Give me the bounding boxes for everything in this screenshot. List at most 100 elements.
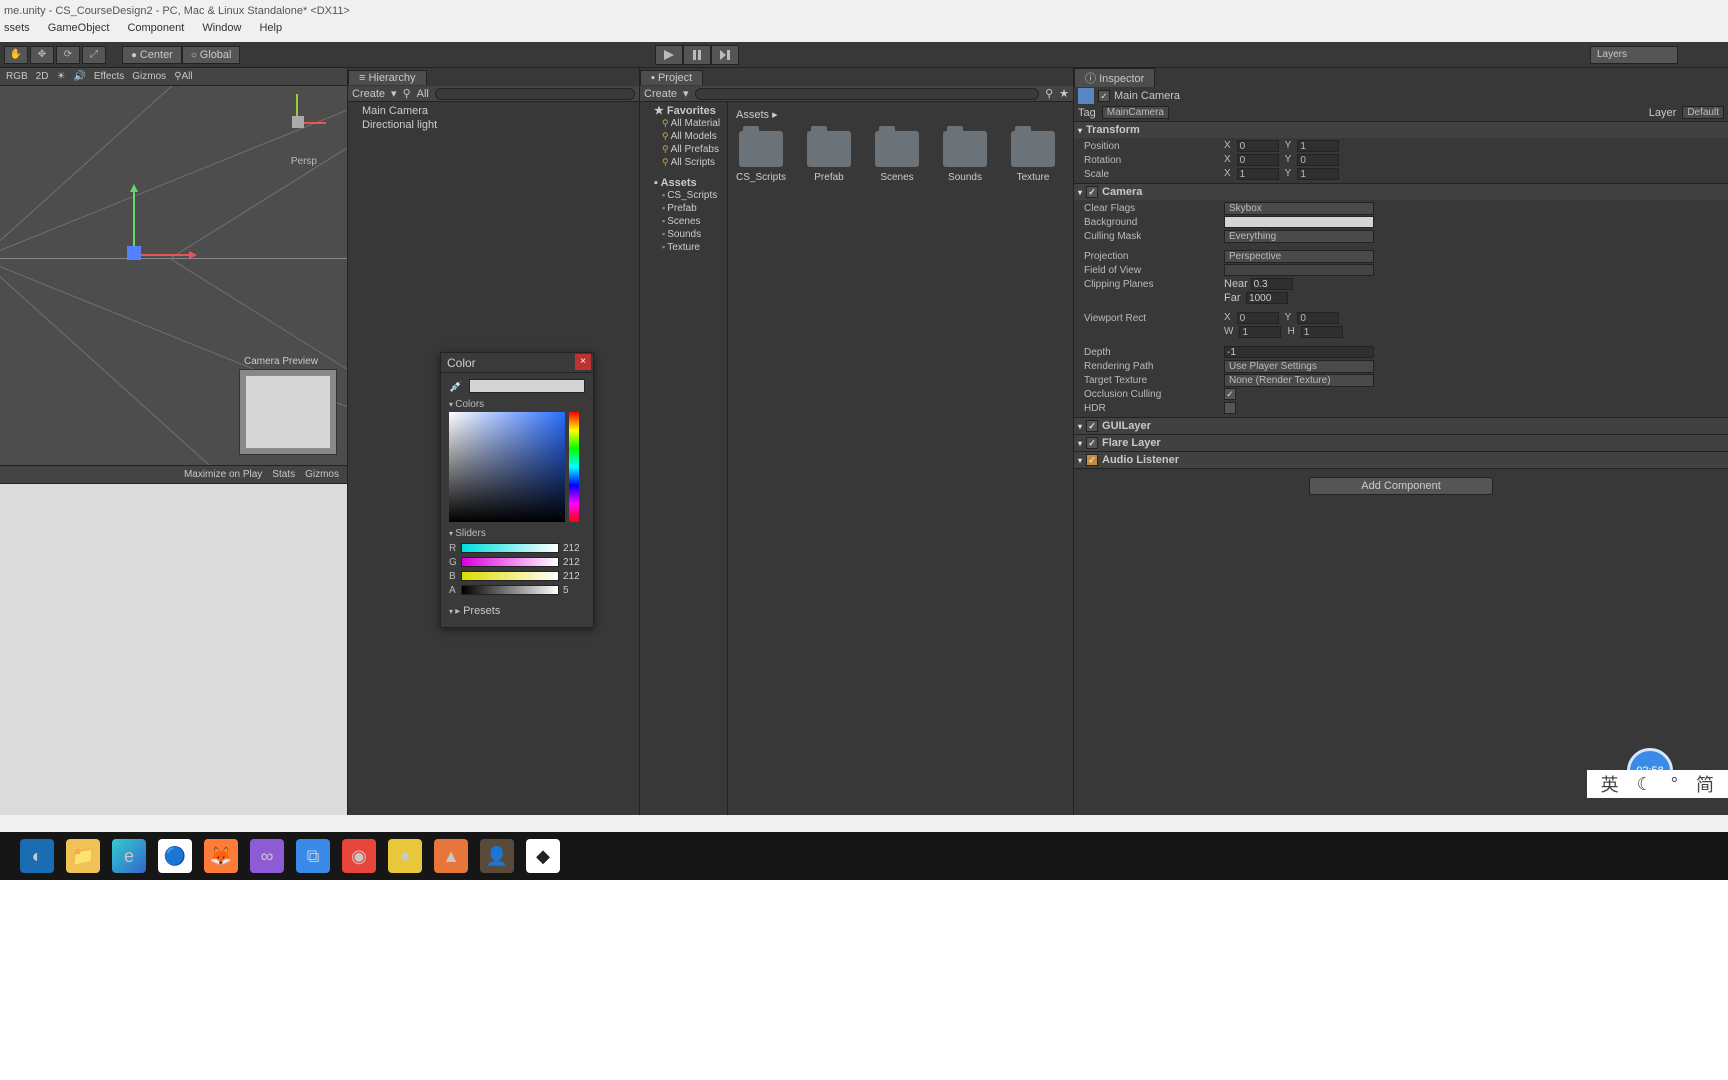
folder[interactable]: CS_Scripts bbox=[736, 131, 786, 183]
color-picker[interactable]: Color × 💉 Colors Sliders R212 G212 B212 … bbox=[440, 352, 594, 628]
taskbar-app2[interactable]: ◉ bbox=[342, 839, 376, 873]
move-handle-y[interactable] bbox=[133, 186, 135, 246]
folder[interactable]: Prefab bbox=[804, 131, 854, 183]
taskbar-app4[interactable]: ▲ bbox=[434, 839, 468, 873]
audiolistener-header[interactable]: ✓Audio Listener bbox=[1074, 452, 1728, 468]
pivot-center[interactable]: ● Center bbox=[122, 46, 182, 64]
game-view[interactable] bbox=[0, 484, 347, 815]
project-search[interactable] bbox=[695, 88, 1040, 100]
presets-section[interactable]: ▸ Presets bbox=[449, 605, 585, 617]
audio-icon[interactable]: 🔊 bbox=[73, 71, 85, 82]
vr-y[interactable]: 0 bbox=[1297, 312, 1339, 324]
background-color[interactable] bbox=[1224, 216, 1374, 228]
scl-x[interactable]: 1 bbox=[1237, 168, 1279, 180]
rotate-tool[interactable]: ⟳ bbox=[56, 46, 80, 64]
ime-bar[interactable]: 英☾°简 bbox=[1587, 770, 1728, 798]
stats-toggle[interactable]: Stats bbox=[272, 469, 295, 480]
pos-x[interactable]: 0 bbox=[1237, 140, 1279, 152]
taskbar-firefox[interactable]: 🦊 bbox=[204, 839, 238, 873]
object-name[interactable]: Main Camera bbox=[1114, 90, 1180, 102]
move-tool[interactable]: ✥ bbox=[30, 46, 54, 64]
taskbar-vscode[interactable]: ⧉ bbox=[296, 839, 330, 873]
taskbar-chrome[interactable]: 🔵 bbox=[158, 839, 192, 873]
gizmos[interactable]: Gizmos bbox=[132, 71, 166, 82]
g-slider[interactable] bbox=[461, 557, 559, 567]
close-icon[interactable]: × bbox=[575, 354, 591, 370]
a-slider[interactable] bbox=[461, 585, 559, 595]
layer-dropdown[interactable]: Default bbox=[1682, 106, 1724, 119]
inspector-tab[interactable]: ⓘ Inspector bbox=[1074, 68, 1155, 87]
layers-dropdown[interactable]: Layers bbox=[1590, 46, 1678, 64]
filter-icon[interactable]: ⚲ bbox=[1045, 87, 1053, 100]
b-slider[interactable] bbox=[461, 571, 559, 581]
move-handle-x[interactable] bbox=[135, 254, 195, 256]
menu-help[interactable]: Help bbox=[259, 22, 282, 42]
fav-item[interactable]: All Material bbox=[640, 117, 727, 130]
rot-x[interactable]: 0 bbox=[1237, 154, 1279, 166]
maximize-toggle[interactable]: Maximize on Play bbox=[184, 469, 262, 480]
near-field[interactable]: 0.3 bbox=[1251, 278, 1293, 290]
menu-window[interactable]: Window bbox=[202, 22, 241, 42]
add-component-button[interactable]: Add Component bbox=[1309, 477, 1493, 495]
cullmask-dropdown[interactable]: Everything bbox=[1224, 230, 1374, 243]
active-checkbox[interactable]: ✓ bbox=[1098, 90, 1110, 102]
project-create[interactable]: Create bbox=[644, 88, 677, 100]
fav-item[interactable]: All Models bbox=[640, 130, 727, 143]
hand-tool[interactable]: ✋ bbox=[4, 46, 28, 64]
taskbar-app[interactable]: ◐ bbox=[20, 839, 54, 873]
rpath-dropdown[interactable]: Use Player Settings bbox=[1224, 360, 1374, 373]
taskbar-edge[interactable]: e bbox=[112, 839, 146, 873]
game-gizmos[interactable]: Gizmos bbox=[305, 469, 339, 480]
camera-header[interactable]: ✓Camera bbox=[1074, 184, 1728, 200]
taskbar-app5[interactable]: 👤 bbox=[480, 839, 514, 873]
menu-assets[interactable]: ssets bbox=[4, 22, 30, 42]
effects[interactable]: Effects bbox=[94, 71, 124, 82]
step-button[interactable] bbox=[711, 45, 739, 65]
hierarchy-create[interactable]: Create bbox=[352, 88, 385, 100]
flarelayer-header[interactable]: ✓Flare Layer bbox=[1074, 435, 1728, 451]
project-tab[interactable]: ▪ Project bbox=[640, 70, 703, 85]
ttex-field[interactable]: None (Render Texture) bbox=[1224, 374, 1374, 387]
taskbar-unity[interactable]: ◆ bbox=[526, 839, 560, 873]
scene-search[interactable]: ⚲All bbox=[174, 71, 192, 82]
favorite-icon[interactable]: ★ bbox=[1059, 87, 1069, 100]
pause-button[interactable] bbox=[683, 45, 711, 65]
sv-picker[interactable] bbox=[449, 412, 565, 522]
sliders-section[interactable]: Sliders bbox=[449, 528, 585, 539]
tree-folder[interactable]: Prefab bbox=[640, 202, 727, 215]
light-icon[interactable]: ☀ bbox=[56, 71, 65, 82]
taskbar-vs[interactable]: ∞ bbox=[250, 839, 284, 873]
folder[interactable]: Scenes bbox=[872, 131, 922, 183]
fov-slider[interactable] bbox=[1224, 264, 1374, 276]
colors-section[interactable]: Colors bbox=[449, 399, 585, 410]
2d-toggle[interactable]: 2D bbox=[36, 71, 49, 82]
scl-y[interactable]: 1 bbox=[1297, 168, 1339, 180]
hierarchy-search[interactable] bbox=[435, 88, 635, 100]
tree-folder[interactable]: Texture bbox=[640, 241, 727, 254]
transform-header[interactable]: Transform bbox=[1074, 122, 1728, 138]
r-slider[interactable] bbox=[461, 543, 559, 553]
hierarchy-tab[interactable]: ≡ Hierarchy bbox=[348, 70, 427, 85]
breadcrumb[interactable]: Assets ▸ bbox=[732, 106, 1069, 123]
tree-folder[interactable]: CS_Scripts bbox=[640, 189, 727, 202]
hierarchy-item[interactable]: Directional light bbox=[354, 118, 633, 132]
folder[interactable]: Texture bbox=[1008, 131, 1058, 183]
render-mode[interactable]: RGB bbox=[6, 71, 28, 82]
guilayer-header[interactable]: ✓GUILayer bbox=[1074, 418, 1728, 434]
hdr-checkbox[interactable] bbox=[1224, 402, 1236, 414]
eyedropper-icon[interactable]: 💉 bbox=[449, 380, 463, 393]
occ-checkbox[interactable]: ✓ bbox=[1224, 388, 1236, 400]
hierarchy-item[interactable]: Main Camera bbox=[354, 104, 633, 118]
menu-component[interactable]: Component bbox=[127, 22, 184, 42]
taskbar-app3[interactable]: ● bbox=[388, 839, 422, 873]
projection-dropdown[interactable]: Perspective bbox=[1224, 250, 1374, 263]
tag-dropdown[interactable]: MainCamera bbox=[1102, 106, 1169, 119]
move-handle-center[interactable] bbox=[127, 246, 141, 260]
vr-h[interactable]: 1 bbox=[1301, 326, 1343, 338]
hue-slider[interactable] bbox=[569, 412, 579, 522]
clearflags-dropdown[interactable]: Skybox bbox=[1224, 202, 1374, 215]
far-field[interactable]: 1000 bbox=[1246, 292, 1288, 304]
vr-w[interactable]: 1 bbox=[1239, 326, 1281, 338]
folder[interactable]: Sounds bbox=[940, 131, 990, 183]
rot-y[interactable]: 0 bbox=[1297, 154, 1339, 166]
